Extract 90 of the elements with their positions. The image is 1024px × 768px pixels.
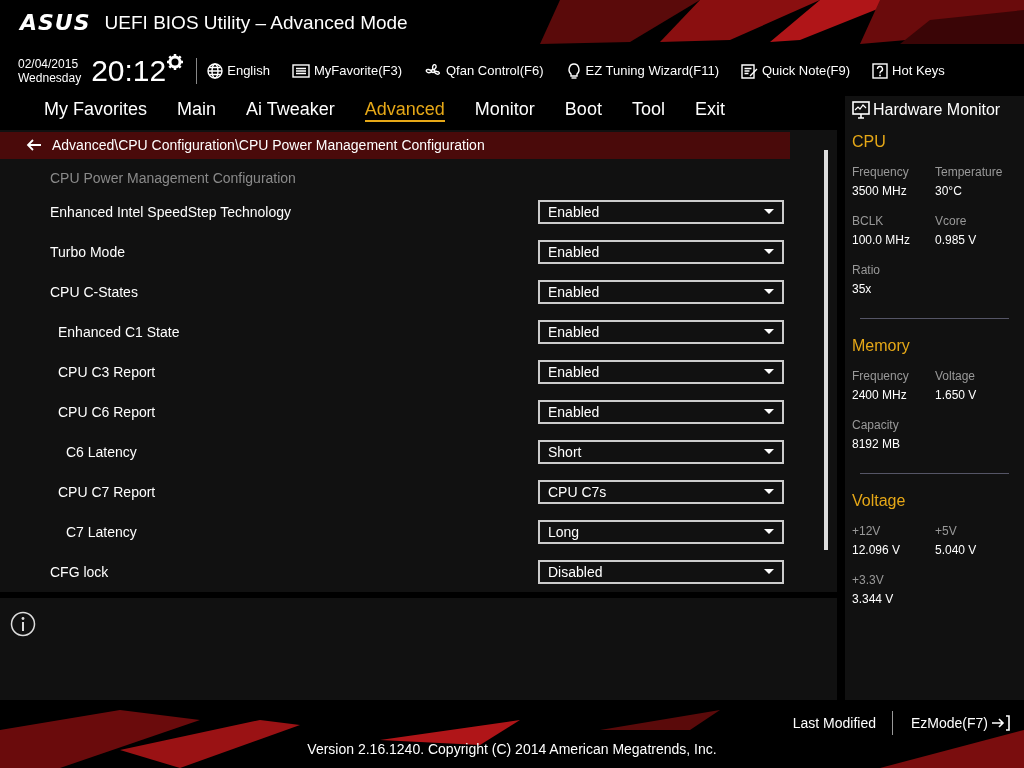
dropdown[interactable]: Enabled [538, 239, 784, 264]
caret-icon [764, 369, 774, 375]
setting-label: CPU C-States [50, 283, 139, 300]
reading-label: Temperature [935, 165, 1004, 179]
caret-icon [764, 289, 774, 295]
reading-label: +3.3V [852, 573, 885, 587]
dropdown[interactable]: Enabled [538, 359, 784, 384]
menu-tab[interactable]: Boot [564, 98, 602, 123]
reading-label: BCLK [852, 214, 885, 228]
info-icon [10, 611, 36, 638]
caret-icon [764, 409, 774, 415]
dropdown[interactable]: Enabled [538, 399, 784, 424]
setting-label: CFG lock [50, 563, 110, 580]
reading-value: 1.650 V [935, 388, 978, 402]
reading-label: +12V [852, 524, 882, 538]
setting-label: C7 Latency [66, 523, 138, 540]
panel-title: Hardware Monitor [873, 101, 1001, 119]
version-text: Version 2.16.1240. Copyright (C) 2014 American Megatrends, Inc. [307, 741, 717, 757]
caret-icon [764, 449, 774, 455]
toolbar-button[interactable]: Hot Keys [872, 62, 945, 79]
menu-tab[interactable]: Advanced [364, 98, 445, 123]
caret-icon [764, 529, 774, 535]
menu-tab[interactable]: My Favorites [44, 98, 148, 123]
settings-icon[interactable] [166, 53, 185, 71]
scrollbar[interactable] [824, 149, 828, 550]
list-icon [291, 62, 310, 79]
toolbar-button[interactable]: MyFavorite(F3) [291, 62, 402, 79]
weekday: Wednesday [18, 70, 82, 85]
reading-label: Voltage [935, 369, 977, 383]
note-icon [740, 62, 758, 79]
asus-logo: ASUS [20, 10, 91, 35]
setting-label: CPU C7 Report [58, 483, 157, 500]
reading-value: 30°C [935, 184, 963, 198]
dropdown[interactable]: Long [538, 519, 784, 544]
globe-icon [207, 62, 224, 79]
reading-value: 3500 MHz [852, 184, 908, 198]
reading-label: Capacity [852, 418, 900, 432]
reading-label: Frequency [852, 165, 910, 179]
dropdown[interactable]: Enabled [538, 319, 784, 344]
caret-icon [764, 569, 774, 575]
reading-value: 5.040 V [935, 543, 978, 557]
lightbulb-icon [565, 62, 582, 79]
reading-value: 0.985 V [935, 233, 978, 247]
window-title: UEFI BIOS Utility – Advanced Mode [104, 11, 408, 34]
toolbar-button[interactable]: English [207, 62, 270, 79]
dropdown[interactable]: CPU C7s [538, 479, 784, 504]
reading-label: Frequency [852, 369, 910, 383]
help-icon [872, 62, 889, 79]
menu-tab[interactable]: Monitor [474, 98, 535, 123]
menu-tab[interactable]: Exit [694, 98, 725, 123]
date: 02/04/2015 [18, 56, 80, 71]
section-heading: CPU [852, 133, 887, 151]
setting-label: CPU C3 Report [58, 363, 157, 380]
toolbar-button[interactable]: Qfan Control(F6) [424, 62, 544, 79]
reading-value: 100.0 MHz [852, 233, 912, 247]
reading-value: 2400 MHz [852, 388, 908, 402]
caret-icon [764, 209, 774, 215]
last-modified-button[interactable]: Last Modified [792, 715, 876, 731]
setting-label: C6 Latency [66, 443, 138, 460]
setting-label: Turbo Mode [50, 243, 126, 260]
breadcrumb-path: Advanced\CPU Configuration\CPU Power Management Configuration [52, 137, 485, 154]
toolbar-button[interactable]: EZ Tuning Wizard(F11) [565, 62, 719, 79]
ez-mode-button[interactable]: EzMode(F7) [910, 714, 1010, 732]
monitor-icon [852, 101, 870, 119]
menu-tab[interactable]: Ai Tweaker [246, 98, 335, 123]
exit-icon [991, 714, 1010, 732]
reading-label: Ratio [852, 263, 881, 277]
reading-label: Vcore [935, 214, 968, 228]
dropdown[interactable]: Enabled [538, 279, 784, 304]
reading-value: 35x [852, 282, 873, 296]
caret-icon [764, 329, 774, 335]
clock: 20:12 [91, 53, 167, 88]
caret-icon [764, 249, 774, 255]
reading-label: +5V [935, 524, 958, 538]
dropdown[interactable]: Short [538, 439, 784, 464]
reading-value: 8192 MB [852, 437, 902, 451]
menu-tab[interactable]: Main [177, 98, 217, 123]
toolbar-button[interactable]: Quick Note(F9) [740, 62, 851, 79]
setting-label: CPU C6 Report [58, 403, 157, 420]
setting-label: Enhanced C1 State [58, 323, 181, 340]
section-heading: Memory [852, 337, 911, 355]
setting-label: Enhanced Intel SpeedStep Technology [50, 203, 293, 220]
dropdown[interactable]: Enabled [538, 199, 784, 224]
reading-value: 3.344 V [852, 592, 895, 606]
reading-value: 12.096 V [852, 543, 902, 557]
caret-icon [764, 489, 774, 495]
menu-tab[interactable]: Tool [631, 98, 665, 123]
dropdown[interactable]: Disabled [538, 559, 784, 584]
section-title: CPU Power Management Configuration [49, 169, 297, 188]
section-heading: Voltage [852, 492, 907, 510]
